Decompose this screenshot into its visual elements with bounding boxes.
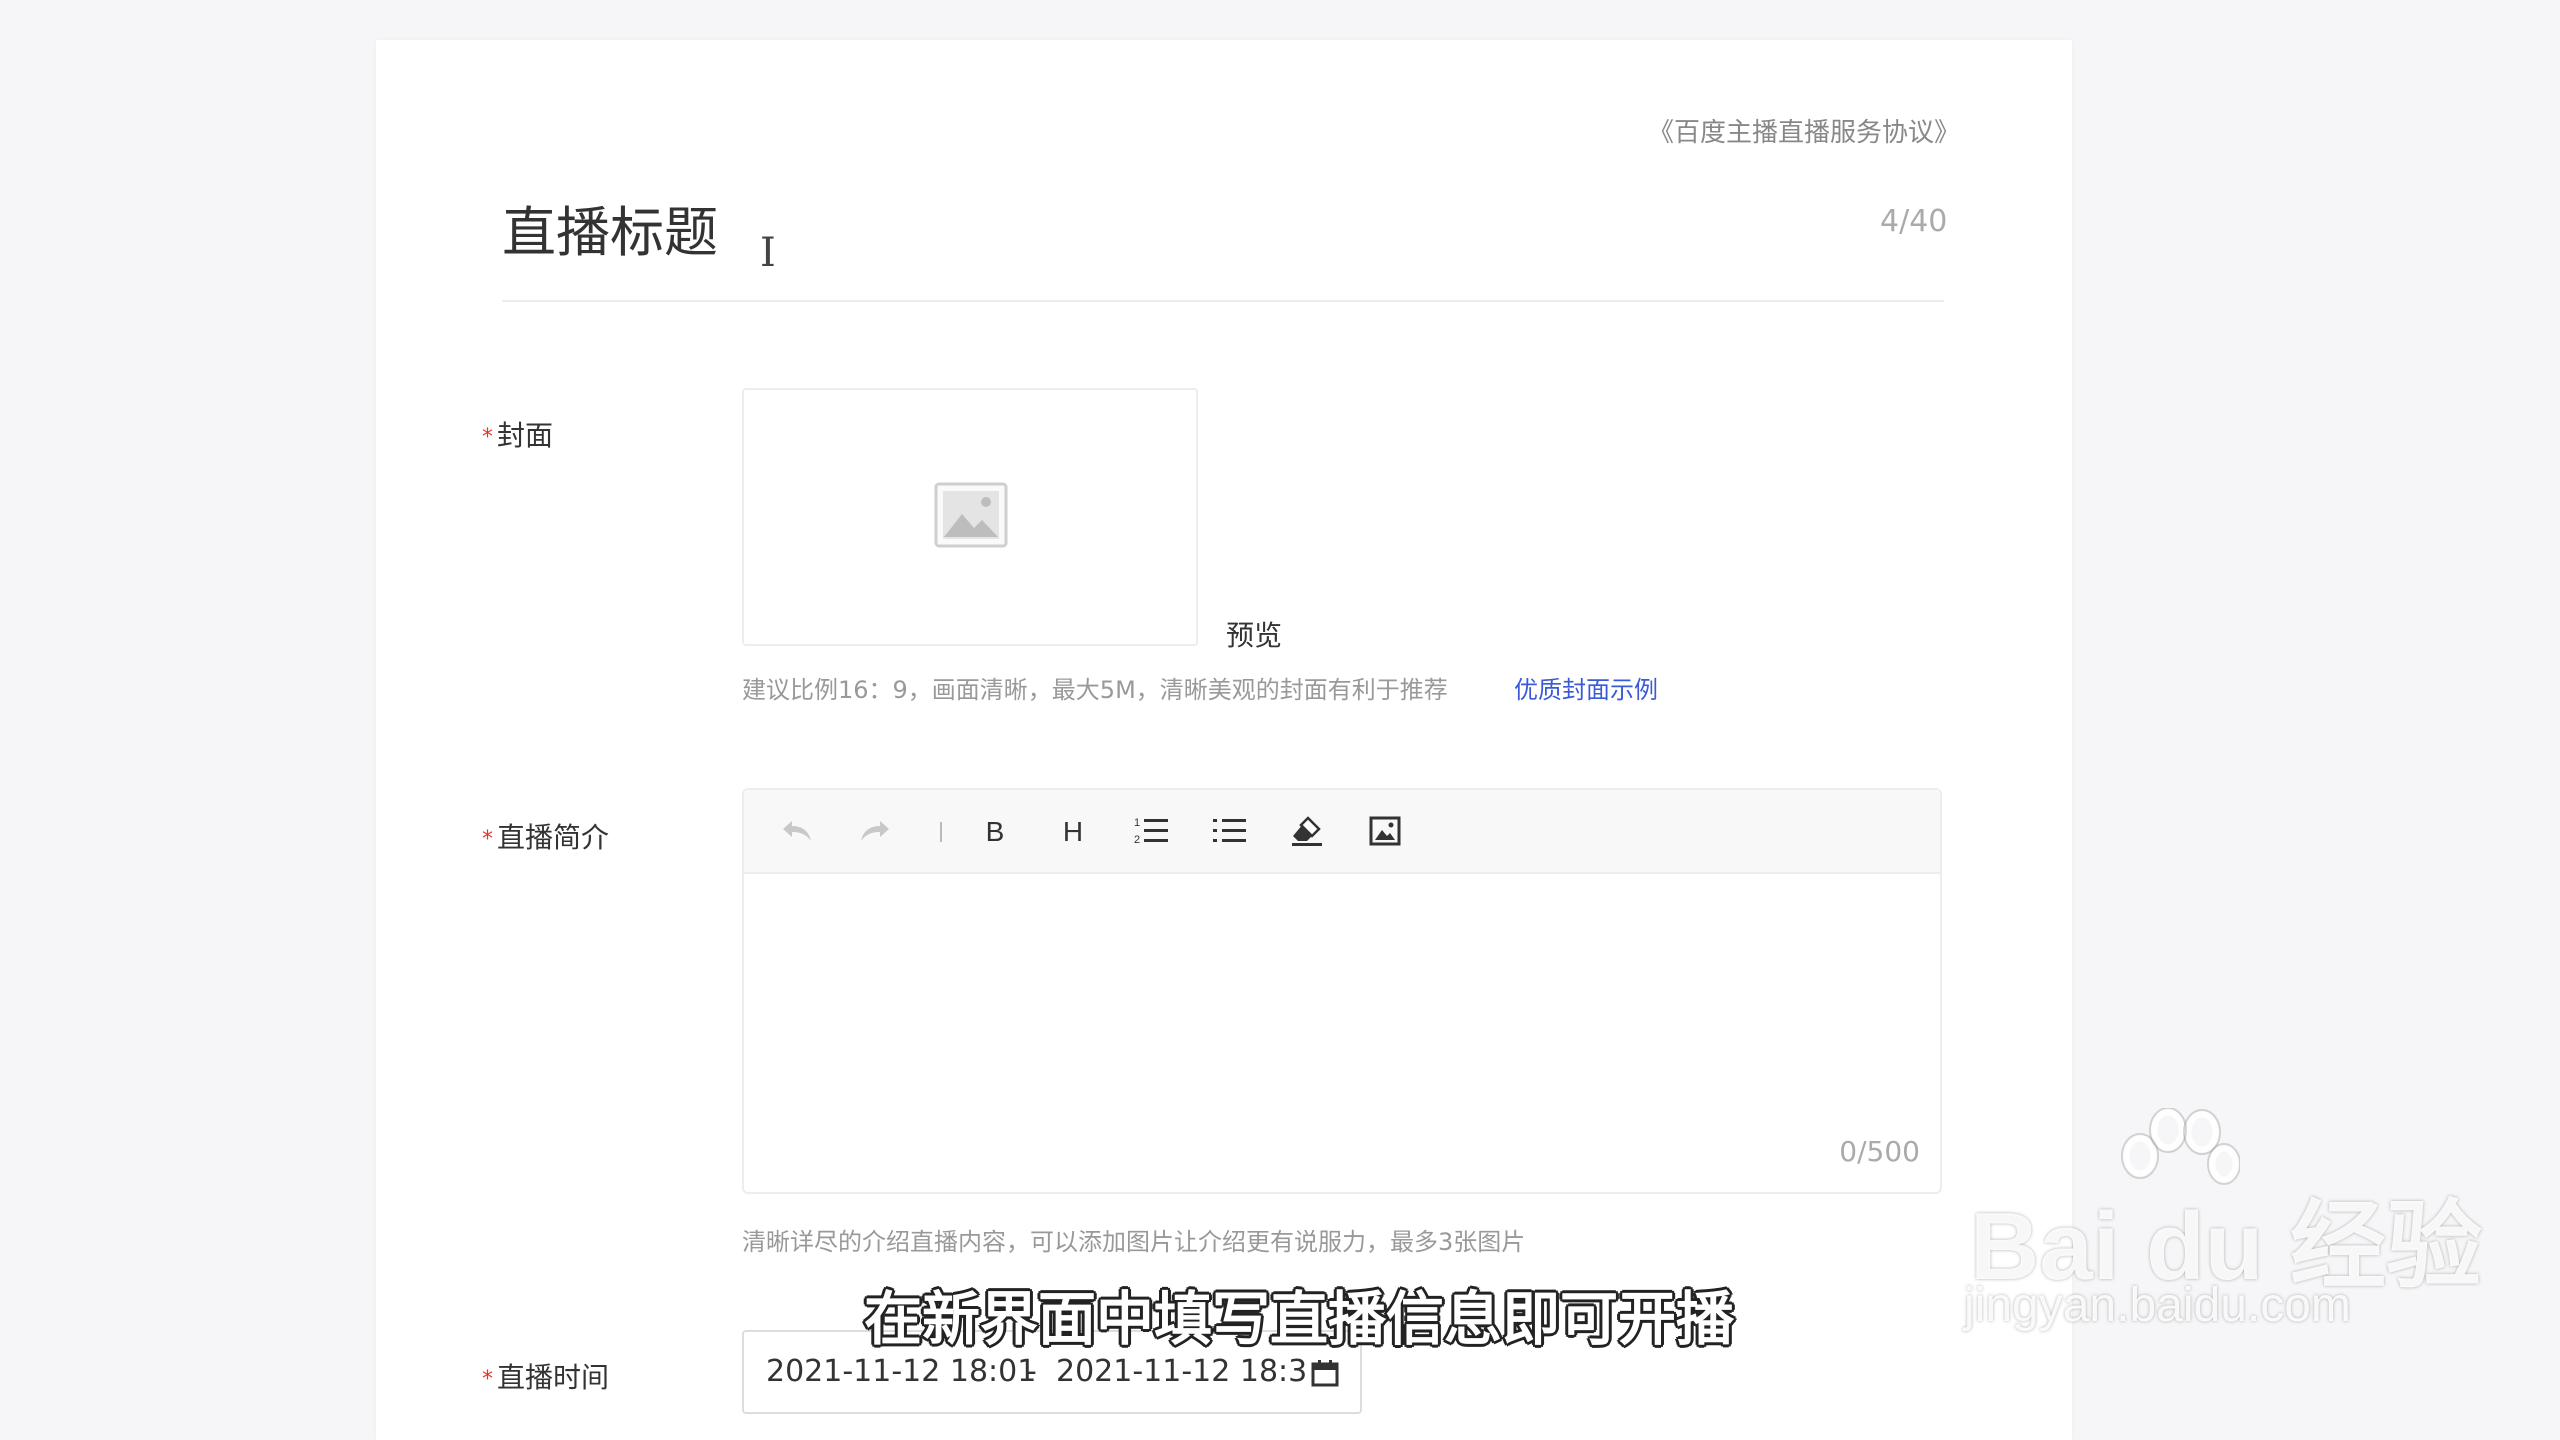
toolbar-separator xyxy=(940,822,942,842)
required-mark: * xyxy=(482,826,493,852)
intro-char-count: 0/500 xyxy=(1839,1135,1920,1168)
unordered-list-icon[interactable] xyxy=(1202,804,1256,858)
live-title-input[interactable]: 直播标题 xyxy=(502,188,718,267)
editor-toolbar: B H 1 2 xyxy=(744,790,1940,874)
text-cursor-icon: I xyxy=(760,230,776,276)
calendar-icon xyxy=(1311,1360,1339,1387)
ordered-list-icon[interactable]: 1 2 xyxy=(1124,804,1178,858)
time-separator: - xyxy=(1026,1354,1037,1389)
eraser-icon[interactable] xyxy=(1280,804,1334,858)
required-mark: * xyxy=(482,1366,493,1392)
cover-upload-box[interactable] xyxy=(742,388,1198,646)
svg-text:B: B xyxy=(986,816,1005,846)
insert-image-icon[interactable] xyxy=(1358,804,1412,858)
svg-text:1: 1 xyxy=(1134,817,1140,829)
time-label: * 直播时间 xyxy=(482,1361,610,1394)
intro-rich-editor: B H 1 2 0/500 xyxy=(742,788,1942,1194)
svg-text:2: 2 xyxy=(1134,834,1140,846)
intro-label: * 直播简介 xyxy=(482,821,610,854)
service-agreement-link[interactable]: 《百度主播直播服务协议》 xyxy=(1648,112,1960,149)
undo-icon[interactable] xyxy=(770,804,824,858)
svg-text:H: H xyxy=(1063,816,1083,846)
redo-icon[interactable] xyxy=(848,804,902,858)
cover-hint: 建议比例16：9，画面清晰，最大5M，清晰美观的封面有利于推荐 xyxy=(742,676,1448,704)
video-subtitle: 在新界面中填写直播信息即可开播 xyxy=(864,1285,1735,1353)
cover-example-link[interactable]: 优质封面示例 xyxy=(1514,670,1658,705)
watermark-url: jingyan.baidu.com xyxy=(1964,1279,2351,1332)
title-divider xyxy=(502,300,1944,302)
cover-preview-link[interactable]: 预览 xyxy=(1226,614,1282,654)
image-placeholder-icon xyxy=(934,482,1008,548)
title-char-count: 4/40 xyxy=(1880,204,1948,239)
bold-icon[interactable]: B xyxy=(968,804,1022,858)
heading-icon[interactable]: H xyxy=(1046,804,1100,858)
required-mark: * xyxy=(482,424,493,450)
intro-hint: 清晰详尽的介绍直播内容，可以添加图片让介绍更有说服力，最多3张图片 xyxy=(742,1228,1526,1256)
intro-text-area[interactable] xyxy=(764,890,1914,1130)
cover-label: * 封面 xyxy=(482,419,554,452)
time-start: 2021-11-12 18:01 xyxy=(766,1354,1037,1389)
baidu-jingyan-watermark: Bai du 经验 jingyan.baidu.com xyxy=(1960,1108,2482,1338)
time-end: 2021-11-12 18:31 xyxy=(1056,1354,1306,1389)
